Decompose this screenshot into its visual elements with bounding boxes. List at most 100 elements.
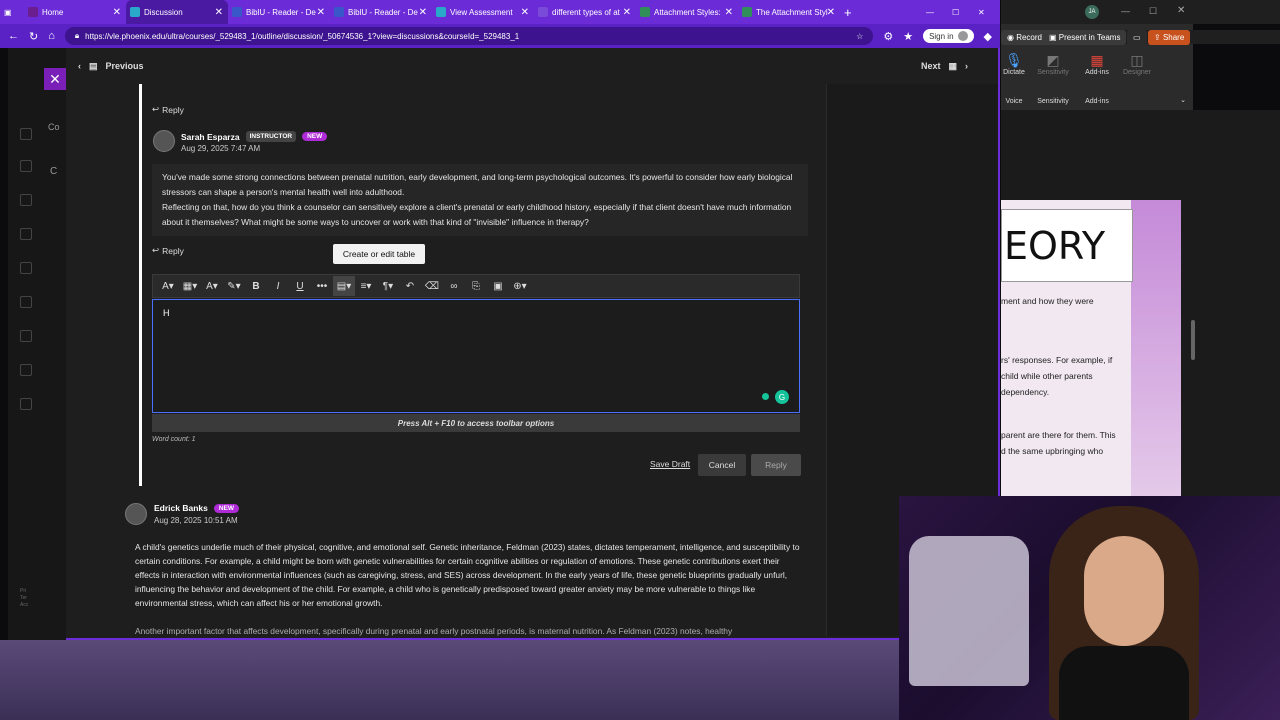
minimize-icon[interactable]: —	[1121, 6, 1130, 16]
cancel-button[interactable]: Cancel	[698, 454, 746, 476]
avatar	[153, 130, 175, 152]
back-icon[interactable]: ←	[8, 30, 19, 42]
grammarly-icon[interactable]: G	[775, 390, 789, 404]
tab-favicon-icon	[538, 7, 548, 17]
reply-submit-button[interactable]: Reply	[751, 454, 801, 476]
link-icon[interactable]: ∞	[443, 276, 465, 296]
toolbar-access-hint: Press Alt + F10 to access toolbar option…	[152, 414, 800, 432]
tab-favicon-icon	[742, 7, 752, 17]
share-button[interactable]: ⇪ Share	[1148, 30, 1191, 45]
nav-icon-3[interactable]	[20, 194, 32, 206]
clear-format-icon[interactable]: ⌫	[421, 276, 443, 296]
nav-icon-5[interactable]	[20, 262, 32, 274]
tab-close-icon[interactable]: ✕	[419, 7, 427, 18]
ribbon-collapse-icon[interactable]: ⌄	[1178, 96, 1188, 104]
close-window-icon[interactable]: ✕	[1177, 5, 1185, 16]
paragraph-icon[interactable]: ¶▾	[377, 276, 399, 296]
reply-editor[interactable]: H G	[152, 299, 800, 413]
highlight-icon[interactable]: ✎▾	[223, 276, 245, 296]
chevron-right-icon: ›	[965, 61, 968, 71]
post-date: Aug 29, 2025 7:47 AM	[181, 144, 261, 153]
scrollbar-thumb[interactable]	[1191, 320, 1195, 360]
window-menu-icon[interactable]: ▣	[0, 0, 24, 24]
more-icon[interactable]: •••	[311, 276, 333, 296]
doc-heading-box[interactable]: EORY	[1001, 209, 1133, 282]
nav-icon-6[interactable]	[20, 296, 32, 308]
tab-attachment-styles[interactable]: Attachment Styles: ✕	[636, 0, 738, 24]
user-avatar-icon[interactable]: JA	[1085, 5, 1099, 19]
insert-icon[interactable]: ⊕▾	[509, 276, 531, 296]
reply-link[interactable]: ↩ Reply	[152, 245, 184, 256]
next-button[interactable]: Next ▦ ›	[921, 61, 968, 72]
favorites-icon[interactable]: ★	[903, 30, 913, 43]
strip-label: C	[50, 166, 58, 177]
sign-in-button[interactable]: Sign in	[923, 29, 974, 43]
editor-text: H	[163, 308, 170, 318]
minimize-icon[interactable]: —	[922, 0, 948, 24]
url-text: https://vle.phoenix.edu/ultra/courses/_5…	[85, 31, 520, 41]
close-window-icon[interactable]: ✕	[974, 0, 1000, 24]
tab-close-icon[interactable]: ✕	[521, 7, 529, 18]
nav-icon-1[interactable]	[20, 128, 32, 140]
tab-close-icon[interactable]: ✕	[827, 7, 835, 18]
format-painter-icon[interactable]: ▦▾	[179, 276, 201, 296]
grammarly-status-icon	[762, 393, 769, 400]
undo-icon[interactable]: ↶	[399, 276, 421, 296]
url-field[interactable]: 🔒︎ https://vle.phoenix.edu/ultra/courses…	[64, 27, 874, 45]
image-icon[interactable]: ▣	[487, 276, 509, 296]
refresh-icon[interactable]: ↻	[29, 30, 38, 43]
italic-icon[interactable]: I	[267, 276, 289, 296]
present-in-teams-button[interactable]: ▣ Present in Teams	[1043, 30, 1127, 45]
tab-close-icon[interactable]: ✕	[725, 7, 733, 18]
comment-icon[interactable]: ▭	[1127, 30, 1147, 45]
tab-close-icon[interactable]: ✕	[623, 7, 631, 18]
author-name[interactable]: Edrick Banks	[154, 503, 208, 513]
tab-attachment-types[interactable]: different types of at ✕	[534, 0, 636, 24]
attach-icon[interactable]: ⎘	[465, 276, 487, 296]
font-icon[interactable]: A▾	[201, 276, 223, 296]
copilot-icon[interactable]: ◆	[984, 30, 992, 43]
record-button[interactable]: ◉ Record	[1001, 30, 1048, 45]
nav-icon-9[interactable]	[20, 398, 32, 410]
nav-icon-2[interactable]	[20, 160, 32, 172]
reply-link[interactable]: ↩ Reply	[152, 104, 184, 115]
post-author-row: Sarah Esparza INSTRUCTOR NEW	[181, 131, 328, 142]
tab-view-assessment[interactable]: View Assessment ✕	[432, 0, 534, 24]
addins-button[interactable]: ▦ Add-ins	[1082, 52, 1112, 76]
post-paragraph: Another important factor that affects de…	[135, 628, 733, 636]
sensitivity-button[interactable]: ◩ Sensitivity	[1033, 52, 1073, 76]
nav-icon-8[interactable]	[20, 364, 32, 376]
align-icon[interactable]: ≡▾	[355, 276, 377, 296]
record-icon: ◉	[1007, 33, 1017, 42]
designer-button[interactable]: ◫ Designer	[1120, 52, 1154, 76]
maximize-icon[interactable]: ☐	[1149, 6, 1157, 17]
nav-icon-4[interactable]	[20, 228, 32, 240]
maximize-icon[interactable]: ☐	[948, 0, 974, 24]
bold-icon[interactable]: B	[245, 276, 267, 296]
paragraph-style-icon[interactable]: A▾	[157, 276, 179, 296]
table-icon[interactable]: ▤▾	[333, 276, 355, 296]
extensions-icon[interactable]: ⚙	[883, 30, 893, 43]
tab-discussion[interactable]: Discussion ✕	[126, 0, 228, 24]
tab-the-attachment-style[interactable]: The Attachment Styl ✕	[738, 0, 840, 24]
save-draft-link[interactable]: Save Draft	[650, 459, 690, 469]
tab-close-icon[interactable]: ✕	[113, 7, 121, 18]
previous-button[interactable]: ‹ ▤ Previous	[78, 61, 144, 72]
tab-biblu-reader-2[interactable]: BiblU - Reader - De ✕	[330, 0, 432, 24]
doc-text-line: dependency.	[1001, 387, 1050, 397]
tooltip: Create or edit table	[333, 244, 425, 264]
tab-home[interactable]: Home ✕	[24, 0, 126, 24]
new-tab-button[interactable]: +	[840, 0, 860, 24]
close-panel-button[interactable]: ✕	[44, 68, 66, 90]
nav-icon-7[interactable]	[20, 330, 32, 342]
tab-close-icon[interactable]: ✕	[215, 7, 223, 18]
dictate-button[interactable]: 🎙︎ Dictate	[1003, 52, 1025, 76]
underline-icon[interactable]: U	[289, 276, 311, 296]
tab-biblu-reader-1[interactable]: BiblU - Reader - De ✕	[228, 0, 330, 24]
tab-close-icon[interactable]: ✕	[317, 7, 325, 18]
person-body-shape	[1059, 646, 1189, 720]
scrollbar[interactable]	[1188, 110, 1198, 496]
author-name[interactable]: Sarah Esparza	[181, 132, 240, 142]
home-icon[interactable]: ⌂	[48, 30, 55, 42]
favorite-star-icon[interactable]: ☆	[856, 32, 863, 41]
